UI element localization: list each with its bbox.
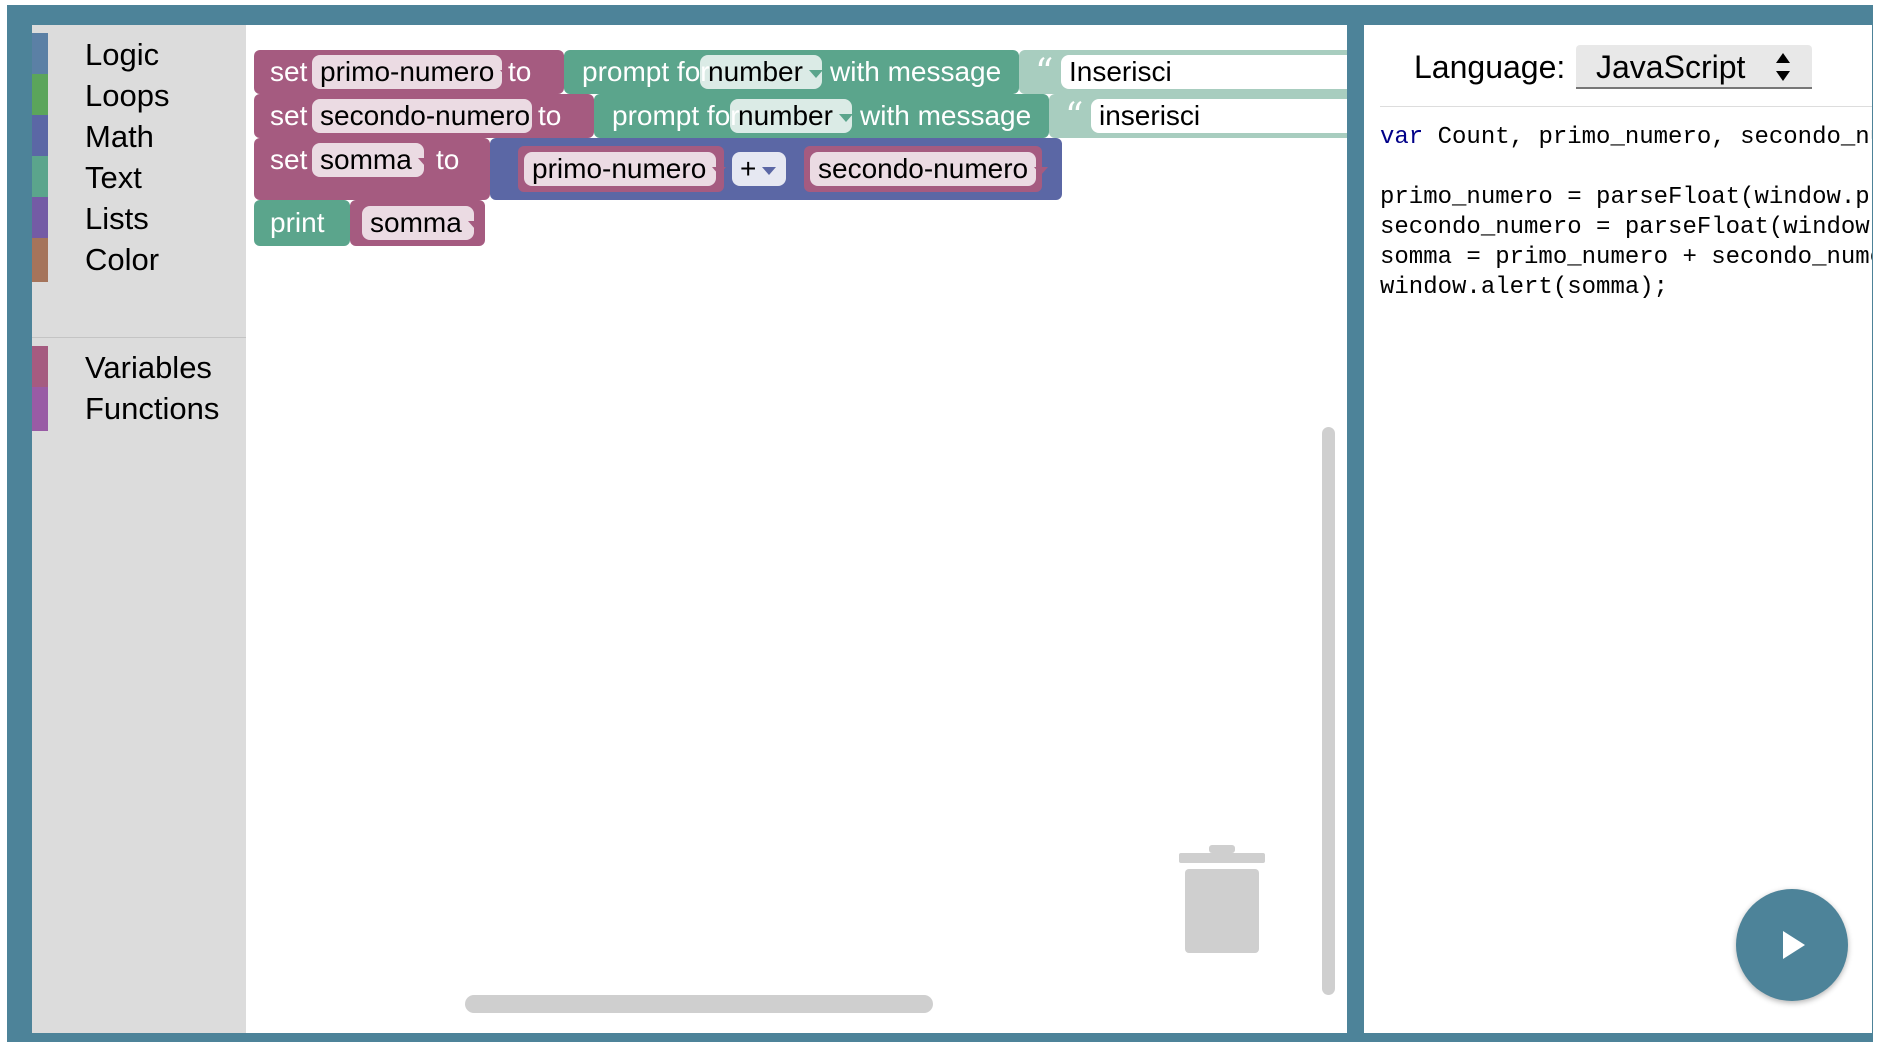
variable-name: primo-numero <box>532 153 707 184</box>
category-label: Color <box>85 242 160 277</box>
arithmetic-block[interactable]: primo-numero + secondo-numero <box>490 138 1062 200</box>
print-block[interactable]: print <box>254 200 350 246</box>
prompt-block[interactable]: prompt for number with message <box>564 50 1019 94</box>
category-label: Functions <box>85 391 220 426</box>
category-color-stripe <box>32 156 48 200</box>
generated-code: var Count, primo_numero, secondo_numero,… <box>1380 123 1872 303</box>
variable-get-block[interactable]: somma <box>350 200 485 246</box>
code-declarations: Count, primo_numero, secondo_numero, som… <box>1437 124 1872 151</box>
workspace-horizontal-scrollbar[interactable] <box>465 995 933 1013</box>
operator-dropdown[interactable]: + <box>732 152 786 186</box>
play-icon <box>1783 931 1805 959</box>
chevron-down-icon <box>1034 166 1049 175</box>
category-label: Variables <box>85 350 212 385</box>
variable-dropdown[interactable]: primo-numero <box>312 55 515 89</box>
category-color-stripe <box>32 115 48 159</box>
text-value: Inserisci <box>1069 56 1172 87</box>
run-button[interactable] <box>1736 889 1848 1001</box>
category-color-stripe <box>32 387 48 431</box>
prompt-type-dropdown[interactable]: number <box>700 55 823 89</box>
text-field[interactable]: inserisci <box>1091 99 1347 133</box>
toolbox: Logic Loops Math Text Lists Color Variab… <box>32 25 246 1033</box>
variable-get-block[interactable]: primo-numero <box>518 146 727 192</box>
language-select-value: JavaScript <box>1596 49 1746 85</box>
toolbox-category-functions[interactable]: Functions <box>32 387 246 431</box>
block-keyword-set: set <box>270 56 308 87</box>
toolbox-category-logic[interactable]: Logic <box>32 33 246 77</box>
category-label: Text <box>85 160 142 195</box>
language-select[interactable]: JavaScript <box>1576 45 1812 89</box>
toolbox-separator <box>32 337 246 338</box>
chevron-down-icon <box>808 69 823 78</box>
prompt-type-dropdown[interactable]: number <box>730 99 853 133</box>
block-keyword-prompt: prompt for <box>582 56 710 87</box>
toolbox-category-variables[interactable]: Variables <box>32 346 246 390</box>
variable-name: somma <box>320 144 412 175</box>
category-label: Lists <box>85 201 149 236</box>
variable-dropdown[interactable]: secondo-numero <box>312 99 551 133</box>
category-label: Loops <box>85 78 170 113</box>
block-keyword-print: print <box>270 207 325 238</box>
variable-dropdown[interactable]: primo-numero <box>524 152 727 186</box>
block-keyword-with-message: with message <box>830 56 1002 87</box>
variable-dropdown[interactable]: secondo-numero <box>810 152 1049 186</box>
variable-get-block[interactable]: secondo-numero <box>804 146 1049 192</box>
set-variable-block[interactable]: set primo-numero to <box>254 50 564 94</box>
block-keyword-set: set <box>270 100 308 131</box>
category-label: Logic <box>85 37 160 72</box>
toolbox-category-lists[interactable]: Lists <box>32 197 246 241</box>
chevron-down-icon <box>417 157 432 166</box>
text-block[interactable]: “ Inserisci <box>1019 50 1347 94</box>
variable-dropdown[interactable]: somma <box>362 206 482 240</box>
toolbox-category-color[interactable]: Color <box>32 238 246 282</box>
text-field[interactable]: Inserisci <box>1061 55 1347 89</box>
blockly-editor: Logic Loops Math Text Lists Color Variab… <box>32 25 1347 1033</box>
trash-icon[interactable] <box>1179 843 1265 955</box>
block-keyword-prompt: prompt for <box>612 100 740 131</box>
block-keyword-set: set <box>270 144 308 175</box>
variable-dropdown[interactable]: somma <box>312 143 432 177</box>
variable-name: somma <box>370 207 462 238</box>
workspace-vertical-scrollbar[interactable] <box>1322 427 1335 995</box>
quote-icon: “ <box>1035 52 1054 93</box>
app-frame: Logic Loops Math Text Lists Color Variab… <box>7 5 1873 1042</box>
prompt-block[interactable]: prompt for number with message <box>594 94 1049 138</box>
category-color-stripe <box>32 238 48 282</box>
block-keyword-to: to <box>436 144 460 175</box>
variable-name: secondo-numero <box>320 100 531 131</box>
language-label: Language: <box>1414 49 1566 85</box>
variable-name: secondo-numero <box>818 153 1029 184</box>
block-keyword-to: to <box>538 100 562 131</box>
code-body: primo_numero = parseFloat(window.prompt(… <box>1380 184 1872 301</box>
quote-icon: “ <box>1065 96 1084 137</box>
chevron-down-icon <box>762 166 777 175</box>
chevron-down-icon <box>712 166 727 175</box>
variable-name: primo-numero <box>320 56 495 87</box>
prompt-type: number <box>738 100 833 131</box>
toolbox-category-math[interactable]: Math <box>32 115 246 159</box>
text-value: inserisci <box>1099 100 1201 131</box>
set-variable-block[interactable]: set somma to <box>254 138 490 200</box>
set-variable-block[interactable]: set secondo-numero to <box>254 94 594 138</box>
category-color-stripe <box>32 74 48 118</box>
operator-value: + <box>740 153 757 184</box>
toolbox-category-loops[interactable]: Loops <box>32 74 246 118</box>
code-panel: Language: JavaScript var Count, primo_nu… <box>1364 25 1872 1033</box>
block-keyword-to: to <box>508 56 532 87</box>
category-color-stripe <box>32 197 48 241</box>
select-arrows-icon <box>1776 53 1790 81</box>
category-label: Math <box>85 119 154 154</box>
code-keyword: var <box>1380 124 1424 151</box>
toolbox-category-text[interactable]: Text <box>32 156 246 200</box>
prompt-type: number <box>708 56 803 87</box>
category-color-stripe <box>32 346 48 390</box>
text-block[interactable]: “ inserisci <box>1049 94 1347 138</box>
code-panel-divider <box>1380 106 1872 107</box>
chevron-down-icon <box>838 113 853 122</box>
block-keyword-with-message: with message <box>860 100 1032 131</box>
category-color-stripe <box>32 33 48 77</box>
chevron-down-icon <box>467 220 482 229</box>
